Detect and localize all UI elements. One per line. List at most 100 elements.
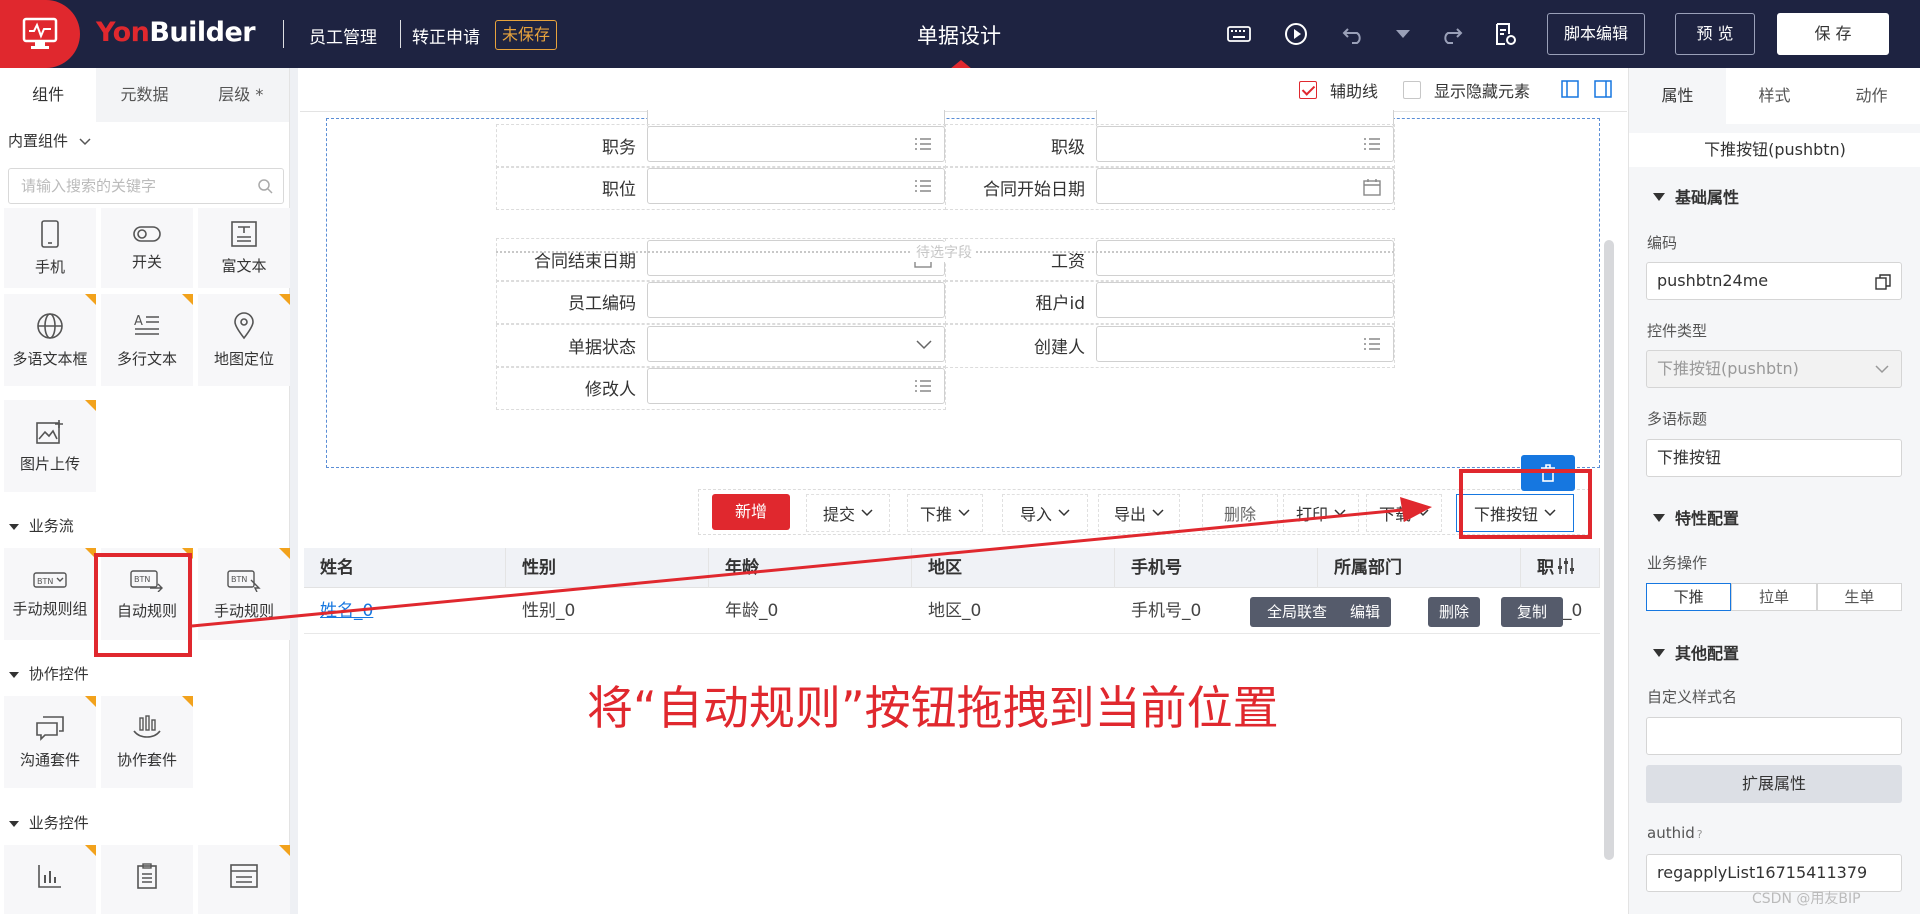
op-generate[interactable]: 生单: [1816, 583, 1902, 611]
tab-components[interactable]: 组件: [0, 68, 97, 122]
form-field-input[interactable]: [647, 326, 945, 362]
layout-split-icon[interactable]: [1594, 80, 1612, 98]
print-button[interactable]: 打印: [1283, 494, 1359, 532]
form-field-input[interactable]: [647, 240, 945, 276]
show-hidden-checkbox[interactable]: [1403, 81, 1421, 99]
group-collaboration[interactable]: 协作控件: [8, 663, 89, 684]
section-basic-props[interactable]: 基础属性: [1653, 184, 1739, 208]
tab-metadata[interactable]: 元数据: [96, 68, 192, 122]
table-cell: 手机号_0: [1131, 601, 1202, 621]
op-pull[interactable]: 拉单: [1731, 583, 1817, 611]
nav-employee-management[interactable]: 员工管理: [309, 23, 377, 48]
column-header[interactable]: 性别: [506, 548, 709, 588]
tab-styles[interactable]: 样式: [1726, 68, 1823, 124]
builtin-components-dropdown[interactable]: 内置组件: [0, 126, 91, 156]
multilang-title-input[interactable]: 下推按钮: [1646, 439, 1902, 477]
canvas-scrollbar[interactable]: [1604, 240, 1614, 860]
pending-fields-label: 待选字段: [912, 242, 976, 262]
column-header[interactable]: 手机号: [1115, 548, 1318, 588]
export-button[interactable]: 导出: [1098, 494, 1180, 532]
component-collab-suite[interactable]: 协作套件: [101, 696, 193, 788]
table-row[interactable]: 姓名_0性别_0年龄_0地区_0手机号_0所务_0: [304, 588, 1600, 634]
keyboard-icon[interactable]: [1226, 22, 1252, 46]
form-field-input[interactable]: [647, 168, 945, 204]
list-icon[interactable]: [1363, 336, 1381, 352]
calendar-icon[interactable]: [1363, 178, 1381, 196]
copy-row-button[interactable]: 复制: [1501, 597, 1563, 627]
form-field-label: 单据状态: [568, 338, 636, 358]
preview-button[interactable]: 预 览: [1675, 13, 1755, 55]
form-field-input[interactable]: [647, 282, 945, 318]
play-icon[interactable]: [1283, 22, 1309, 46]
component-multiline-text[interactable]: A 多行文本: [101, 294, 193, 386]
global-query-button[interactable]: 全局联查: [1250, 597, 1344, 627]
group-business-flow[interactable]: 业务流: [8, 515, 74, 536]
section-feature-config[interactable]: 特性配置: [1653, 505, 1739, 529]
extended-props-button[interactable]: 扩展属性: [1646, 765, 1902, 803]
component-form-card[interactable]: [198, 845, 290, 914]
component-richtext[interactable]: 富文本: [198, 208, 290, 288]
tab-properties[interactable]: 属性: [1629, 68, 1726, 124]
form-field-input[interactable]: [1096, 282, 1394, 318]
custom-style-input[interactable]: [1646, 717, 1902, 755]
op-push-down[interactable]: 下推: [1646, 583, 1732, 611]
component-switch[interactable]: 开关: [101, 208, 193, 288]
component-manual-rule-group[interactable]: BTN 手动规则组: [4, 548, 96, 640]
column-header[interactable]: 地区: [912, 548, 1115, 588]
component-image-upload[interactable]: 图片上传: [4, 400, 96, 492]
table-cell[interactable]: 姓名_0: [304, 588, 373, 634]
submit-button[interactable]: 提交: [806, 494, 890, 532]
form-field-input[interactable]: [1096, 240, 1394, 276]
history-dropdown-icon[interactable]: [1390, 22, 1416, 46]
list-icon[interactable]: [914, 178, 932, 194]
undo-icon[interactable]: [1341, 22, 1367, 46]
component-manual-rule[interactable]: BTN 手动规则: [198, 548, 290, 640]
layout-single-icon[interactable]: [1561, 80, 1579, 98]
import-button[interactable]: 导入: [1002, 494, 1088, 532]
column-settings-icon[interactable]: [1556, 556, 1576, 576]
delete-button[interactable]: 删除: [1202, 494, 1278, 532]
component-clipboard[interactable]: [101, 845, 193, 914]
nav-regularization-request[interactable]: 转正申请: [412, 23, 480, 48]
script-edit-button[interactable]: 脚本编辑: [1547, 13, 1645, 55]
authid-input[interactable]: regapplyList16715411379: [1646, 854, 1902, 892]
help-icon[interactable]: ?: [1697, 828, 1703, 841]
column-header[interactable]: 年龄: [709, 548, 912, 588]
component-multilang-text[interactable]: 多语文本框: [4, 294, 96, 386]
section-other-config[interactable]: 其他配置: [1653, 640, 1739, 664]
list-icon[interactable]: [914, 378, 932, 394]
list-icon[interactable]: [914, 136, 932, 152]
app-logo[interactable]: [0, 0, 80, 68]
copy-icon[interactable]: [1875, 274, 1891, 290]
edit-row-button[interactable]: 编辑: [1339, 597, 1391, 627]
multilang-title-label: 多语标题: [1647, 410, 1708, 428]
chevron-down-icon[interactable]: [916, 340, 932, 350]
component-chat-suite[interactable]: 沟通套件: [4, 696, 96, 788]
delete-row-button[interactable]: 删除: [1428, 597, 1480, 627]
component-phone[interactable]: 手机: [4, 208, 96, 288]
column-header[interactable]: 所属部门: [1318, 548, 1521, 588]
component-map-location[interactable]: 地图定位: [198, 294, 290, 386]
group-business-controls[interactable]: 业务控件: [8, 812, 89, 833]
save-button[interactable]: 保 存: [1777, 13, 1889, 55]
form-field-input[interactable]: [1096, 168, 1394, 204]
form-field-input[interactable]: [1096, 326, 1394, 362]
btn-manual-icon: BTN: [227, 569, 261, 592]
component-chart[interactable]: [4, 845, 96, 914]
tab-actions[interactable]: 动作: [1823, 68, 1920, 124]
form-field-input[interactable]: [647, 126, 945, 162]
form-field-input[interactable]: [1096, 126, 1394, 162]
push-down-button[interactable]: 下推: [907, 494, 983, 532]
component-search-input[interactable]: 请输入搜索的关键字: [8, 168, 284, 204]
code-input[interactable]: pushbtn24me: [1646, 262, 1902, 300]
column-header[interactable]: 姓名: [304, 548, 506, 588]
tab-hierarchy[interactable]: 层级 *: [193, 68, 289, 122]
download-button[interactable]: 下载: [1366, 494, 1442, 532]
guide-line-checkbox[interactable]: [1299, 81, 1317, 99]
redo-icon[interactable]: [1438, 22, 1464, 46]
new-button[interactable]: 新增: [712, 494, 790, 530]
table-header: 姓名 性别 年龄 地区 手机号 所属部门职: [304, 548, 1600, 588]
doc-settings-icon[interactable]: [1492, 22, 1518, 46]
list-icon[interactable]: [1363, 136, 1381, 152]
form-field-input[interactable]: [647, 368, 945, 404]
